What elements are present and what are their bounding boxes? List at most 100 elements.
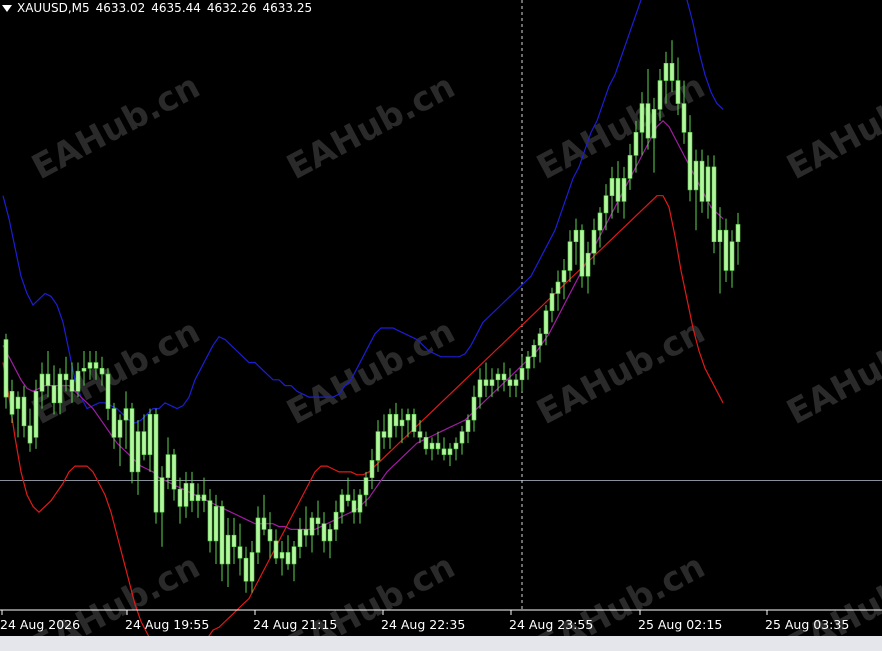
candle-body bbox=[267, 529, 273, 542]
candle-body bbox=[351, 500, 357, 513]
candle-body bbox=[261, 517, 267, 530]
candle-body bbox=[585, 252, 591, 277]
candle-body bbox=[531, 344, 537, 358]
candle-body bbox=[321, 523, 327, 542]
chart-window[interactable]: EAHub.cn EAHub.cn EAHub.cn EAHub.cn EAHub.cn… bbox=[0, 0, 882, 651]
candle-body bbox=[549, 293, 555, 312]
candle-body bbox=[9, 391, 15, 415]
candle-body bbox=[543, 310, 549, 335]
candle-body bbox=[705, 166, 711, 202]
candle-body bbox=[567, 241, 573, 271]
candle-body bbox=[291, 546, 297, 565]
candle-body bbox=[39, 373, 45, 392]
candle-body bbox=[561, 270, 567, 283]
candle-body bbox=[123, 408, 129, 421]
candle-body bbox=[51, 385, 57, 404]
candle-body bbox=[69, 379, 75, 392]
candle-body bbox=[411, 414, 417, 432]
candle-body bbox=[645, 103, 651, 139]
watermark-text: EAHub.cn bbox=[780, 311, 882, 433]
candle-body bbox=[249, 552, 255, 582]
time-tick-label: 24 Aug 2026 bbox=[0, 617, 80, 632]
candle-body bbox=[393, 414, 399, 427]
candle-body bbox=[357, 494, 363, 513]
candle-body bbox=[657, 80, 663, 110]
candle-body bbox=[363, 477, 369, 496]
candle-body bbox=[75, 370, 81, 392]
candle-body bbox=[309, 517, 315, 536]
candle-body bbox=[507, 379, 513, 386]
candle-body bbox=[303, 529, 309, 536]
candle-body bbox=[513, 379, 519, 386]
candle-body bbox=[675, 80, 681, 104]
candle-body bbox=[669, 63, 675, 81]
candle-body bbox=[429, 442, 435, 450]
time-tick-label: 24 Aug 21:15 bbox=[253, 617, 337, 632]
watermark-text: EAHub.cn bbox=[780, 66, 882, 188]
candle-body bbox=[729, 241, 735, 271]
candle-body bbox=[159, 477, 165, 513]
candle-body bbox=[45, 373, 51, 386]
candle-body bbox=[651, 109, 657, 139]
candle-body bbox=[333, 511, 339, 530]
candle-body bbox=[117, 419, 123, 438]
candle-body bbox=[255, 517, 261, 553]
candle-body bbox=[243, 557, 249, 582]
candle-body bbox=[111, 408, 117, 438]
watermark-text: EAHub.cn bbox=[280, 66, 461, 188]
candle-body bbox=[537, 333, 543, 346]
candle-body bbox=[405, 414, 411, 421]
watermark-text: EAHub.cn bbox=[25, 66, 206, 188]
candle-body bbox=[417, 431, 423, 438]
candle-body bbox=[639, 103, 645, 133]
candle-body bbox=[381, 431, 387, 438]
candle-body bbox=[345, 494, 351, 501]
candle-body bbox=[627, 155, 633, 179]
candle-body bbox=[711, 166, 717, 242]
candle-body bbox=[27, 425, 33, 444]
candle-body bbox=[57, 373, 63, 404]
high-value: 4635.44 bbox=[151, 1, 201, 15]
symbol-label: XAUUSD,M5 bbox=[17, 1, 90, 15]
candle-body bbox=[699, 160, 705, 202]
time-tick-label: 24 Aug 22:35 bbox=[381, 617, 465, 632]
candle-body bbox=[579, 229, 585, 277]
price-chart[interactable]: EAHub.cn EAHub.cn EAHub.cn EAHub.cn EAHub.cn… bbox=[0, 0, 882, 651]
candle-body bbox=[99, 368, 105, 375]
candle-body bbox=[93, 362, 99, 369]
candle-body bbox=[207, 500, 213, 542]
candle-body bbox=[477, 379, 483, 398]
candle-body bbox=[609, 178, 615, 196]
candle-body bbox=[387, 414, 393, 438]
candle-body bbox=[621, 178, 627, 202]
middle-band-line bbox=[2, 119, 724, 530]
candle-body bbox=[183, 483, 189, 507]
time-tick-label: 25 Aug 03:35 bbox=[765, 617, 849, 632]
candle-body bbox=[681, 103, 687, 133]
candle-body bbox=[423, 437, 429, 450]
candle-body bbox=[189, 483, 195, 501]
candle-body bbox=[231, 534, 237, 547]
candle-body bbox=[489, 379, 495, 386]
candle-body bbox=[285, 552, 291, 565]
candle-body bbox=[201, 494, 207, 501]
candle-body bbox=[447, 448, 453, 455]
candle-body bbox=[441, 448, 447, 455]
candle-body bbox=[165, 454, 171, 478]
candle-body bbox=[129, 408, 135, 473]
candle-body bbox=[105, 373, 111, 409]
candle-body bbox=[141, 431, 147, 455]
time-tick-label: 24 Aug 23:55 bbox=[509, 617, 593, 632]
candle-body bbox=[501, 373, 507, 381]
candle-body bbox=[147, 414, 153, 455]
low-value: 4632.26 bbox=[206, 1, 257, 15]
dropdown-triangle-icon[interactable] bbox=[2, 4, 12, 12]
candle-body bbox=[279, 552, 285, 559]
candle-body bbox=[525, 356, 531, 369]
lower-band-line bbox=[2, 195, 724, 651]
candle-body bbox=[297, 529, 303, 547]
candle-body bbox=[3, 339, 9, 398]
candle-body bbox=[63, 373, 69, 381]
candle-body bbox=[615, 178, 621, 202]
candle-body bbox=[717, 229, 723, 242]
